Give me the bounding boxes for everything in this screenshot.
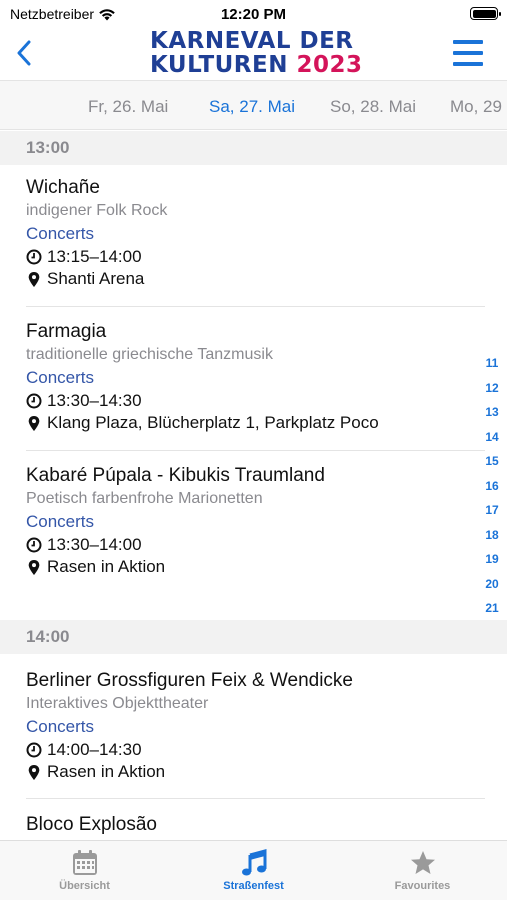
event-time: 13:30–14:00 xyxy=(47,535,142,554)
event-time: 14:00–14:30 xyxy=(47,740,142,759)
event-subtitle: indigener Folk Rock xyxy=(26,202,168,219)
status-bar: Netzbetreiber 12:20 PM xyxy=(0,0,507,28)
tab-favourites[interactable]: Favourites xyxy=(338,847,507,892)
index-item[interactable]: 13 xyxy=(482,402,502,427)
day-tab-mon[interactable]: Mo, 29 xyxy=(450,97,502,117)
event-category: Concerts xyxy=(26,224,95,243)
index-item[interactable]: 12 xyxy=(482,378,502,403)
tab-overview[interactable]: Übersicht xyxy=(0,847,169,892)
index-item[interactable]: 20 xyxy=(482,574,502,599)
index-item[interactable]: 11 xyxy=(482,353,502,378)
divider xyxy=(26,798,485,799)
index-item[interactable]: 19 xyxy=(482,549,502,574)
event-category: Concerts xyxy=(26,512,95,531)
day-selector: Fr, 26. Mai Sa, 27. Mai So, 28. Mai Mo, … xyxy=(0,80,507,130)
index-item[interactable]: 15 xyxy=(482,451,502,476)
tab-bar: Übersicht Straßenfest Favourites xyxy=(0,840,507,900)
event-item[interactable]: Wichañe indigener Folk Rock Concerts 13:… xyxy=(26,176,486,290)
event-category: Concerts xyxy=(26,368,95,387)
event-item[interactable]: Bloco Explosão xyxy=(26,813,486,837)
divider xyxy=(26,306,485,307)
event-location: Shanti Arena xyxy=(47,269,145,288)
music-note-icon xyxy=(241,849,266,876)
index-item[interactable]: 18 xyxy=(482,525,502,550)
day-tab-sun[interactable]: So, 28. Mai xyxy=(330,97,416,117)
battery-icon xyxy=(470,7,501,20)
event-location: Rasen in Aktion xyxy=(47,762,166,781)
event-subtitle: Interaktives Objekttheater xyxy=(26,695,209,712)
event-title: Kabaré Púpala - Kibukis Traumland xyxy=(26,465,325,486)
clock-icon xyxy=(26,393,42,409)
event-location-row: Klang Plaza, Blücherplatz 1, Parkplatz P… xyxy=(26,412,486,434)
section-header-1300: 13:00 xyxy=(0,131,507,165)
event-location: Rasen in Aktion xyxy=(47,557,166,576)
status-time: 12:20 PM xyxy=(220,6,287,23)
index-item[interactable]: 14 xyxy=(482,427,502,452)
event-item[interactable]: Kabaré Púpala - Kibukis Traumland Poetis… xyxy=(26,464,486,578)
event-time-row: 13:30–14:00 xyxy=(26,534,486,556)
day-tab-fri[interactable]: Fr, 26. Mai xyxy=(88,97,168,117)
menu-button[interactable] xyxy=(453,40,483,66)
event-time-row: 13:15–14:00 xyxy=(26,246,486,268)
event-category: Concerts xyxy=(26,717,95,736)
event-item[interactable]: Berliner Grossfiguren Feix & Wendicke In… xyxy=(26,669,486,783)
clock-icon xyxy=(26,537,42,553)
event-time-row: 13:30–14:30 xyxy=(26,390,486,412)
tab-label: Straßenfest xyxy=(223,880,284,892)
logo-line-2: KULTUREN xyxy=(150,52,288,78)
event-subtitle: Poetisch farbenfrohe Marionetten xyxy=(26,490,263,507)
back-button[interactable] xyxy=(12,38,36,68)
event-title: Bloco Explosão xyxy=(26,814,157,835)
calendar-icon xyxy=(72,850,97,875)
event-location-row: Rasen in Aktion xyxy=(26,556,486,578)
event-location: Klang Plaza, Blücherplatz 1, Parkplatz P… xyxy=(47,413,379,432)
clock-icon xyxy=(26,742,42,758)
event-time-row: 14:00–14:30 xyxy=(26,739,486,761)
location-pin-icon xyxy=(28,559,40,575)
event-subtitle: traditionelle griechische Tanzmusik xyxy=(26,346,273,363)
index-item[interactable]: 21 xyxy=(482,598,502,623)
tab-label: Übersicht xyxy=(59,880,110,892)
logo-line-1: KARNEVAL DER xyxy=(150,28,354,54)
event-item[interactable]: Farmagia traditionelle griechische Tanzm… xyxy=(26,320,486,434)
tab-strassenfest[interactable]: Straßenfest xyxy=(169,847,338,892)
event-title: Farmagia xyxy=(26,321,107,342)
section-index[interactable]: 11 12 13 14 15 16 17 18 19 20 21 xyxy=(482,353,502,623)
chevron-left-icon xyxy=(17,40,31,66)
location-pin-icon xyxy=(28,764,40,780)
location-pin-icon xyxy=(28,415,40,431)
nav-bar: KARNEVAL DER KULTUREN 2023 xyxy=(0,28,507,80)
logo-year: 2023 xyxy=(296,52,363,78)
event-time: 13:15–14:00 xyxy=(47,247,142,266)
location-pin-icon xyxy=(28,271,40,287)
event-title: Berliner Grossfiguren Feix & Wendicke xyxy=(26,670,353,691)
event-time: 13:30–14:30 xyxy=(47,391,142,410)
tab-label: Favourites xyxy=(394,880,451,892)
star-icon xyxy=(410,851,435,874)
app-logo: KARNEVAL DER KULTUREN 2023 xyxy=(150,28,363,78)
event-title: Wichañe xyxy=(26,177,100,198)
event-location-row: Rasen in Aktion xyxy=(26,761,486,783)
clock-icon xyxy=(26,249,42,265)
index-item[interactable]: 17 xyxy=(482,500,502,525)
day-tab-sat[interactable]: Sa, 27. Mai xyxy=(209,97,295,117)
index-item[interactable]: 16 xyxy=(482,476,502,501)
hamburger-icon xyxy=(453,40,483,44)
divider xyxy=(26,450,485,451)
event-location-row: Shanti Arena xyxy=(26,268,486,290)
section-header-1400: 14:00 xyxy=(0,620,507,654)
